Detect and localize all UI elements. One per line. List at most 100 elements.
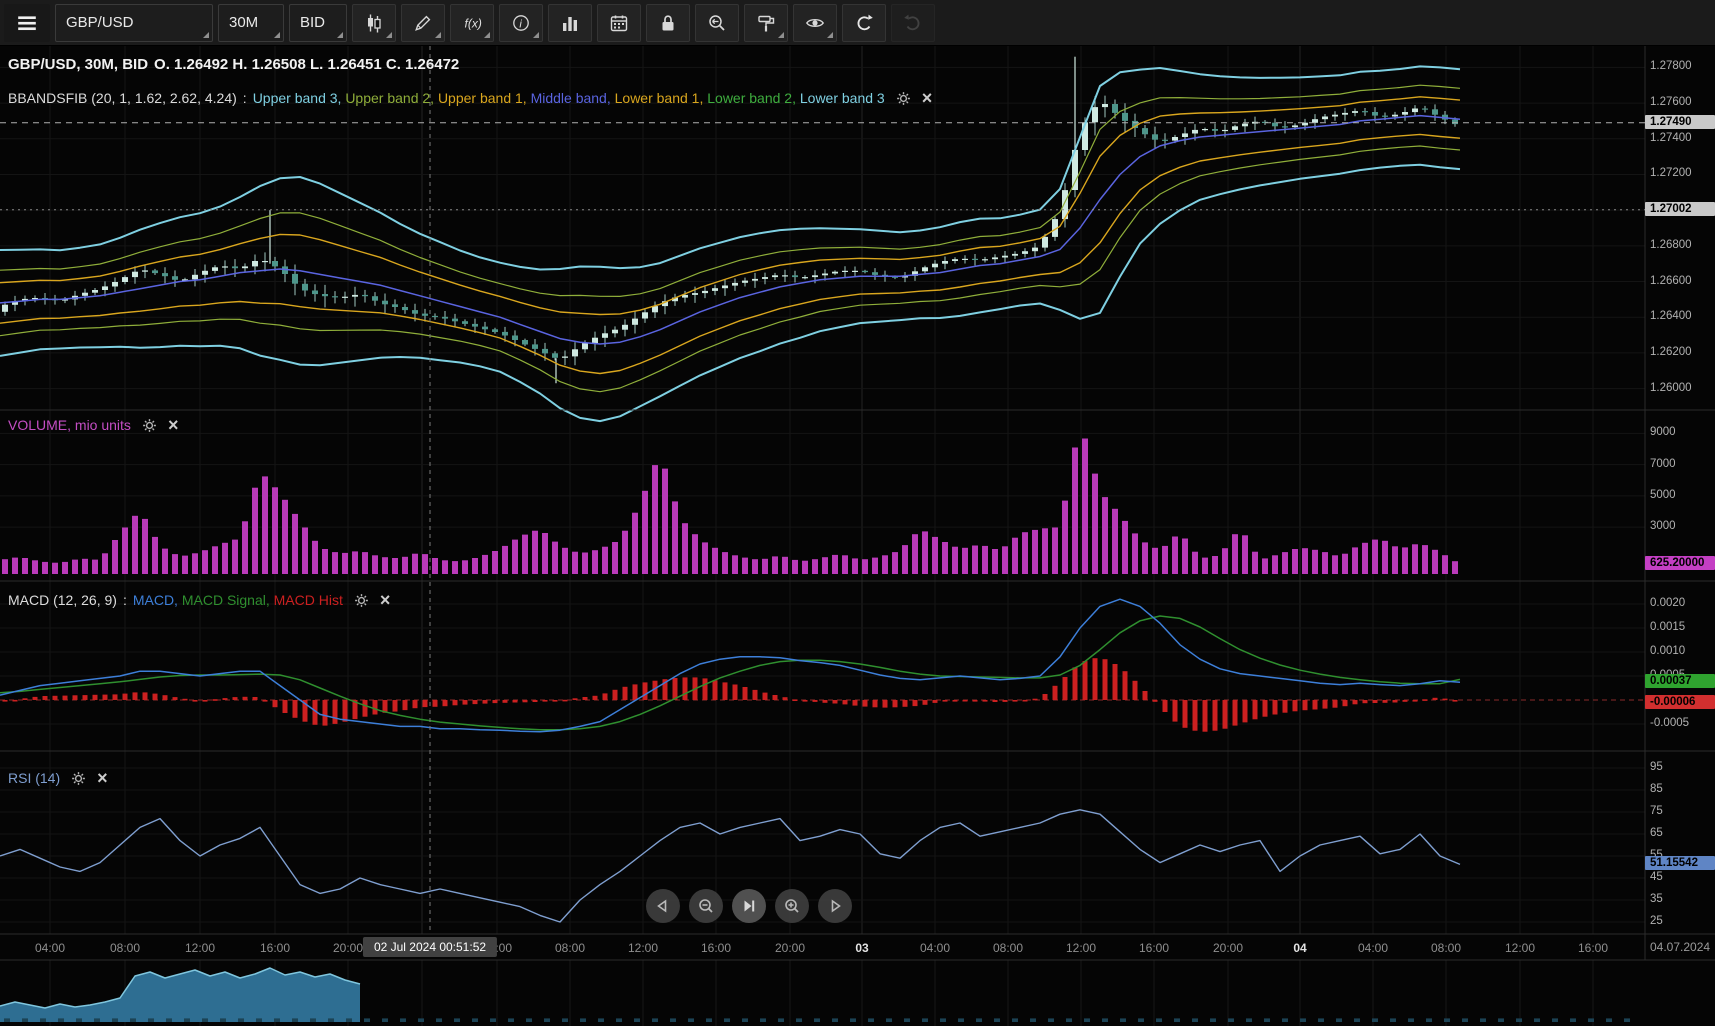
menu-button[interactable] xyxy=(4,4,50,42)
timeframe-select[interactable]: 30M xyxy=(218,4,284,42)
macd-legend: MACD (12, 26, 9) : MACD, MACD Signal, MA… xyxy=(8,592,390,608)
theme-button[interactable] xyxy=(744,4,788,42)
calendar-button[interactable] xyxy=(597,4,641,42)
macd-series-label: MACD Signal, xyxy=(182,592,274,608)
bbands-band-label: Upper band 3, xyxy=(253,90,346,106)
symbol-select-value: GBP/USD xyxy=(66,14,134,31)
main-toolbar: GBP/USD 30M BID f(x) i xyxy=(0,0,1715,46)
time-axis-label: 20:00 xyxy=(775,941,805,955)
time-axis-label: 16:00 xyxy=(701,941,731,955)
macd-scale-label: 0.0010 xyxy=(1650,645,1685,657)
time-axis-label: 08:00 xyxy=(1431,941,1461,955)
bbands-remove-button[interactable]: × xyxy=(922,91,933,105)
price-side-select[interactable]: BID xyxy=(289,4,347,42)
zoom-back-button[interactable] xyxy=(695,4,739,42)
zoom_minus-icon xyxy=(696,896,716,916)
chart-canvas[interactable] xyxy=(0,0,1715,1026)
volume-scale-label: 3000 xyxy=(1650,520,1676,532)
rsi-legend: RSI (14) × xyxy=(8,770,108,786)
bbands-indicator-name: BBANDSFIB (20, 1, 1.62, 2.62, 4.24) xyxy=(8,90,237,106)
bbands-band-label: Lower band 1, xyxy=(615,90,708,106)
macd-scale-label: 0.0015 xyxy=(1650,621,1685,633)
lock-icon xyxy=(658,13,678,33)
chart-navigator[interactable] xyxy=(0,960,1645,1026)
time-axis-label: 12:00 xyxy=(185,941,215,955)
bbands-band-label: Lower band 3 xyxy=(800,90,885,106)
symbol-select[interactable]: GBP/USD xyxy=(55,4,213,42)
volume-scale-label: 5000 xyxy=(1650,489,1676,501)
visibility-button[interactable] xyxy=(793,4,837,42)
hamburger-icon xyxy=(16,12,38,34)
data-inspector-button[interactable] xyxy=(548,4,592,42)
zoom-in-button[interactable] xyxy=(775,889,809,923)
chart-type-button[interactable] xyxy=(352,4,396,42)
time-axis-label: 03 xyxy=(855,941,868,955)
undo-button[interactable] xyxy=(842,4,886,42)
jump-to-end-button[interactable] xyxy=(818,889,852,923)
crosshair-time-tooltip: 02 Jul 2024 00:51:52 xyxy=(363,937,497,957)
volume-indicator-name: VOLUME, mio units xyxy=(8,417,131,433)
bbands-settings-button[interactable] xyxy=(896,91,911,106)
bbands-band-list: Upper band 3, Upper band 2, Upper band 1… xyxy=(253,90,885,106)
calendar-icon xyxy=(609,13,629,33)
volume-settings-button[interactable] xyxy=(142,418,157,433)
lock-button[interactable] xyxy=(646,4,690,42)
price-scale-label: 1.27400 xyxy=(1650,132,1692,144)
undo-icon xyxy=(854,13,874,33)
macd-series-list: MACD, MACD Signal, MACD Hist xyxy=(133,592,343,608)
price-scale[interactable]: 1.278001.276001.274001.272001.270001.268… xyxy=(1645,0,1715,1026)
go-to-latest-button[interactable] xyxy=(732,889,766,923)
histogram-icon xyxy=(560,13,580,33)
current-price-badge: 1.27490 xyxy=(1645,115,1715,129)
zoom-arrow-icon xyxy=(707,13,727,33)
jump-to-start-button[interactable] xyxy=(646,889,680,923)
macd-settings-button[interactable] xyxy=(354,593,369,608)
volume-scale-label: 9000 xyxy=(1650,426,1676,438)
candles-icon xyxy=(364,13,384,33)
time-axis-label: 20:00 xyxy=(333,941,363,955)
drawings-button[interactable] xyxy=(401,4,445,42)
pencil-icon xyxy=(413,13,433,33)
paint-roller-icon xyxy=(756,13,776,33)
time-axis-label: 08:00 xyxy=(110,941,140,955)
gear-icon xyxy=(71,771,86,786)
rsi-settings-button[interactable] xyxy=(71,771,86,786)
reference-price-badge: 1.27002 xyxy=(1645,202,1715,216)
macd-value-badge: 0.00037 xyxy=(1645,674,1715,688)
info-icon: i xyxy=(511,13,531,33)
time-axis-label: 20:00 xyxy=(1213,941,1243,955)
main-chart-legend: GBP/USD, 30M, BID O. 1.26492 H. 1.26508 … xyxy=(8,56,459,73)
gear-icon xyxy=(142,418,157,433)
macd-remove-button[interactable]: × xyxy=(380,593,391,607)
price-side-select-value: BID xyxy=(300,14,325,31)
indicators-button[interactable]: f(x) xyxy=(450,4,494,42)
rsi-remove-button[interactable]: × xyxy=(97,771,108,785)
zoom-out-button[interactable] xyxy=(689,889,723,923)
macd-hist-value-badge: -0.00006 xyxy=(1645,695,1715,709)
time-axis-label: 12:00 xyxy=(628,941,658,955)
volume-remove-button[interactable]: × xyxy=(168,418,179,432)
bbands-band-label: Lower band 2, xyxy=(707,90,800,106)
time-axis-label: 08:00 xyxy=(555,941,585,955)
rsi-indicator-name: RSI (14) xyxy=(8,770,60,786)
volume-legend: VOLUME, mio units × xyxy=(8,417,178,433)
rsi-scale-label: 25 xyxy=(1650,915,1663,927)
price-scale-label: 1.26000 xyxy=(1650,382,1692,394)
bbands-band-label: Upper band 2, xyxy=(345,90,438,106)
rsi-scale-label: 85 xyxy=(1650,783,1663,795)
prev-icon xyxy=(653,896,673,916)
toolbar-tools: f(x) i xyxy=(352,4,935,42)
axis-date-label: 04.07.2024 xyxy=(1650,940,1710,954)
rsi-scale-label: 75 xyxy=(1650,805,1663,817)
time-axis[interactable]: 04:0008:0012:0016:0020:0004:0008:0012:00… xyxy=(0,934,1645,960)
svg-text:i: i xyxy=(519,18,522,30)
details-button[interactable]: i xyxy=(499,4,543,42)
redo-button[interactable] xyxy=(891,4,935,42)
price-scale-label: 1.27200 xyxy=(1650,167,1692,179)
price-scale-label: 1.27800 xyxy=(1650,60,1692,72)
rsi-scale-label: 95 xyxy=(1650,761,1663,773)
bbands-separator: : xyxy=(243,90,247,106)
timeframe-select-value: 30M xyxy=(229,14,258,31)
playback-controls xyxy=(0,889,1645,925)
rsi-scale-label: 65 xyxy=(1650,827,1663,839)
